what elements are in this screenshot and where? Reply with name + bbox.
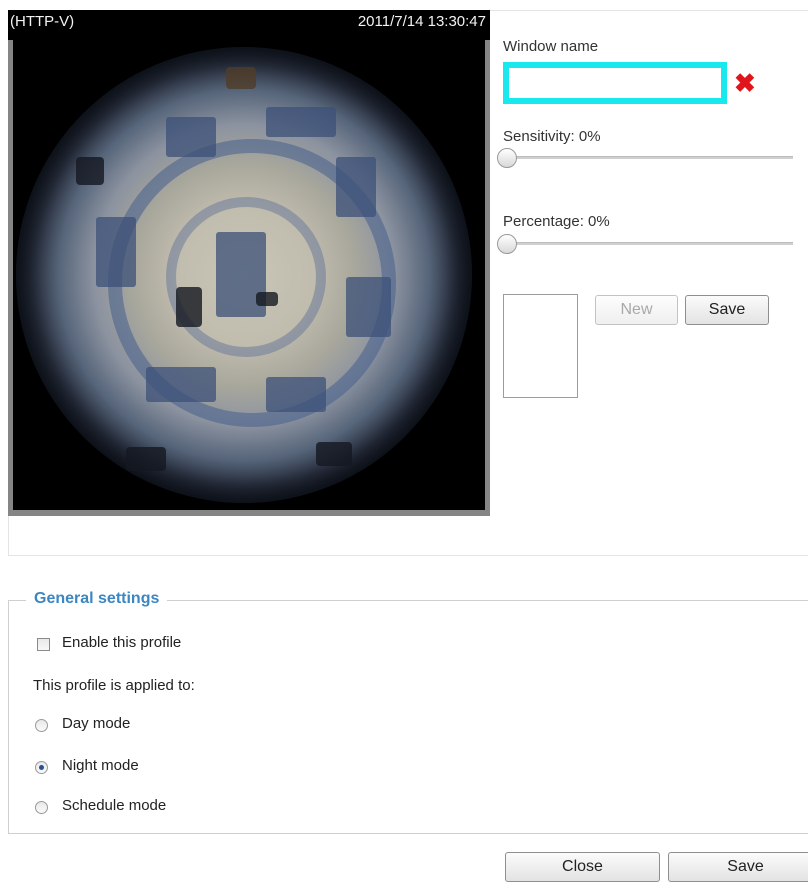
save-window-button[interactable]: Save [685,295,769,325]
sensitivity-slider-track[interactable] [503,156,793,159]
live-video-frame: (HTTP-V) 2011/7/14 13:30:47 [8,10,490,516]
window-list[interactable] [503,294,578,398]
schedule-mode-label[interactable]: Schedule mode [62,797,166,814]
applied-to-label: This profile is applied to: [33,677,195,694]
day-mode-label[interactable]: Day mode [62,715,130,732]
fisheye-camera-image [16,47,472,503]
delete-window-icon[interactable]: ✖ [734,70,756,96]
video-canvas[interactable] [13,40,485,510]
stream-label: (HTTP-V) [10,13,75,30]
sensitivity-label: Sensitivity: 0% [503,128,601,145]
general-settings-legend: General settings [26,590,168,608]
new-window-button[interactable]: New [595,295,678,325]
percentage-slider-handle[interactable] [497,234,517,254]
video-caption-bar: (HTTP-V) 2011/7/14 13:30:47 [8,10,490,40]
window-name-label: Window name [503,38,599,55]
day-mode-radio[interactable] [35,719,48,732]
close-button[interactable]: Close [505,852,660,882]
night-mode-label[interactable]: Night mode [62,757,139,774]
save-button[interactable]: Save [668,852,808,882]
percentage-slider-track[interactable] [503,242,793,245]
window-name-input[interactable] [503,62,727,104]
night-mode-radio[interactable] [35,761,48,774]
sensitivity-slider-handle[interactable] [497,148,517,168]
schedule-mode-radio[interactable] [35,801,48,814]
video-timestamp: 2011/7/14 13:30:47 [357,13,486,30]
enable-profile-label[interactable]: Enable this profile [62,634,181,651]
enable-profile-checkbox[interactable] [37,638,50,651]
percentage-label: Percentage: 0% [503,213,610,230]
